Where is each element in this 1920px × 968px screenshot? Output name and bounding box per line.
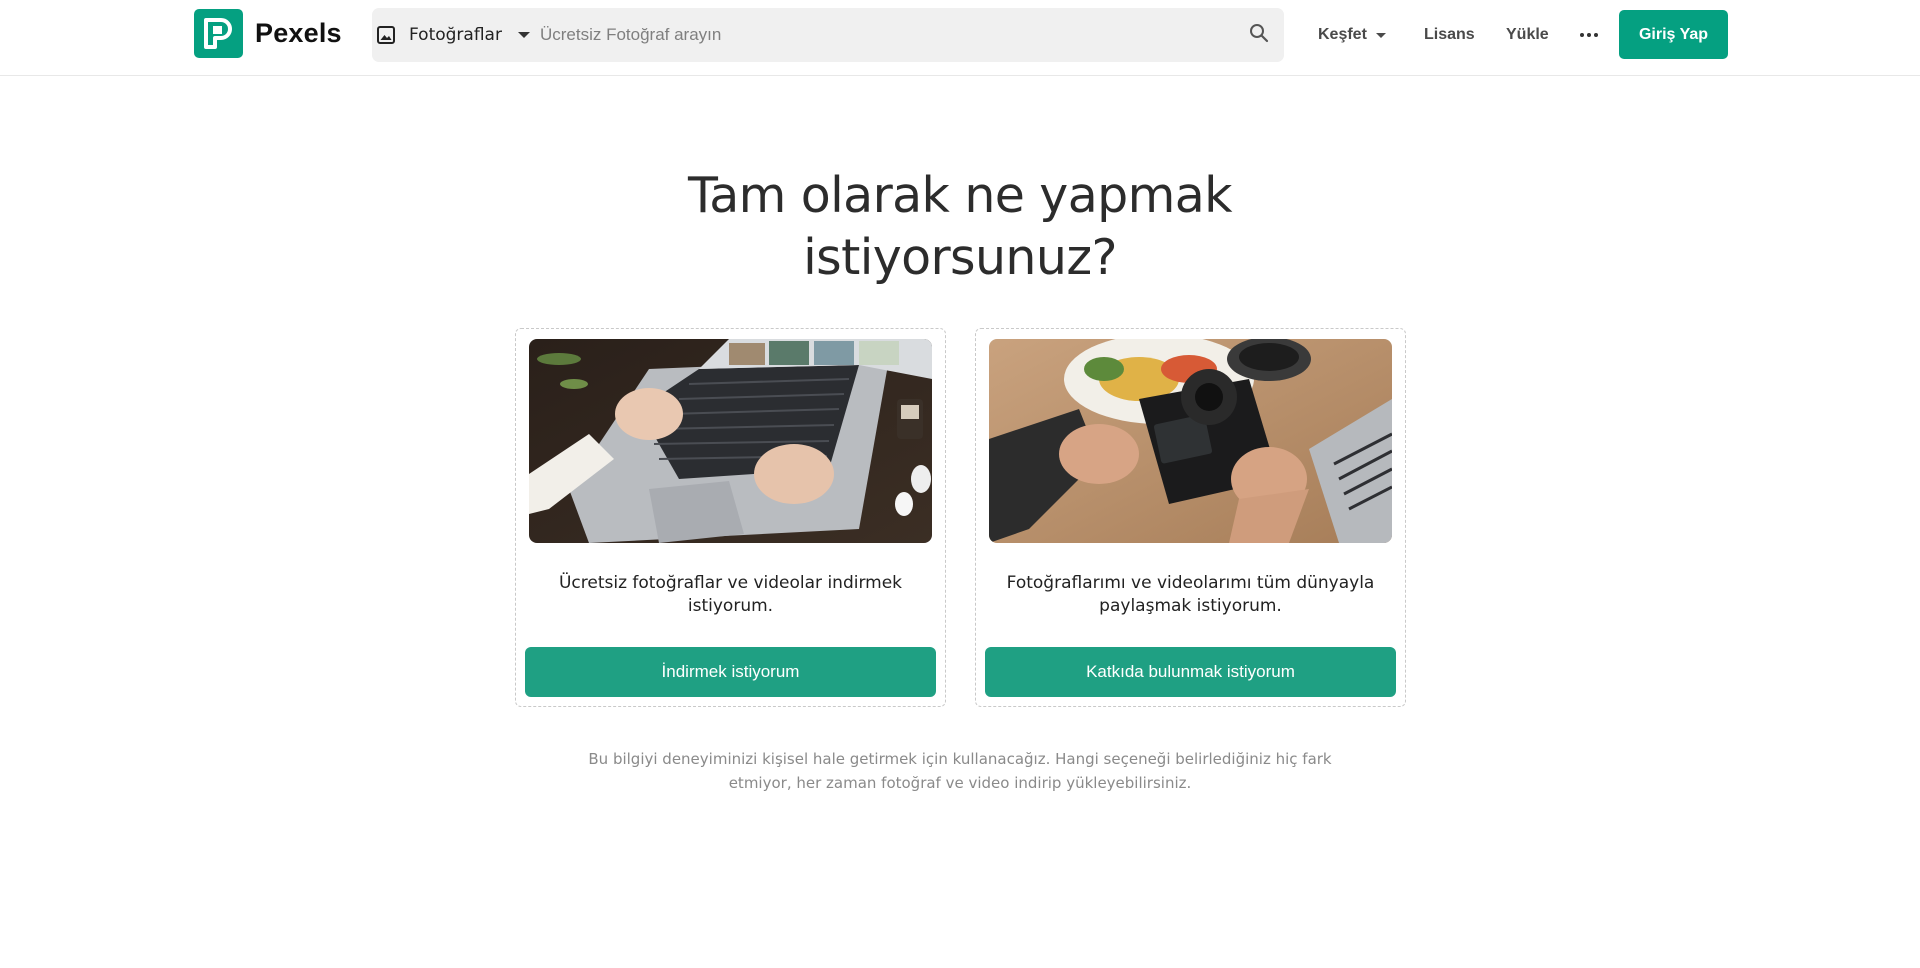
download-option-card[interactable]: Ücretsiz fotoğraflar ve videolar indirme… (515, 328, 946, 707)
search-button[interactable] (1234, 8, 1284, 62)
chevron-down-icon (517, 32, 530, 38)
chevron-down-icon (1375, 32, 1386, 38)
logo-text: Pexels (255, 18, 342, 48)
nav-explore[interactable]: Keşfet (1318, 0, 1386, 70)
image-icon (375, 24, 397, 46)
laptop-photo (529, 339, 932, 543)
search-bar: Fotoğraflar (372, 8, 1284, 62)
page-title-line2: istiyorsunuz? (803, 229, 1117, 286)
download-option-description: Ücretsiz fotoğraflar ve videolar indirme… (558, 573, 903, 616)
nav-license[interactable]: Lisans (1424, 0, 1475, 70)
contribute-option-card[interactable]: Fotoğraflarımı ve videolarımı tüm dünyay… (975, 328, 1406, 707)
top-navbar: Pexels Fotoğraflar Keşfet (0, 0, 1920, 76)
search-input[interactable] (539, 8, 1234, 62)
contribute-option-description: Fotoğraflarımı ve videolarımı tüm dünyay… (1006, 573, 1375, 616)
nav-upload-label: Yükle (1506, 26, 1549, 43)
page-title-line1: Tam olarak ne yapmak (688, 167, 1233, 224)
search-icon (1249, 23, 1269, 47)
nav-upload[interactable]: Yükle (1506, 0, 1549, 70)
nav-explore-label: Keşfet (1318, 26, 1367, 43)
nav-license-label: Lisans (1424, 26, 1475, 43)
download-button[interactable]: İndirmek istiyorum (525, 647, 936, 697)
page-title: Tam olarak ne yapmak istiyorsunuz? (560, 165, 1360, 289)
search-type-dropdown[interactable]: Fotoğraflar (372, 8, 530, 62)
camera-photo (989, 339, 1392, 543)
pexels-logo-icon (194, 9, 243, 58)
contribute-button[interactable]: Katkıda bulunmak istiyorum (985, 647, 1396, 697)
search-type-label: Fotoğraflar (409, 25, 502, 45)
login-button[interactable]: Giriş Yap (1619, 10, 1728, 59)
info-footnote: Bu bilgiyi deneyiminizi kişisel hale get… (588, 750, 1332, 792)
more-dots-icon[interactable] (1578, 0, 1599, 70)
pexels-logo[interactable]: Pexels (194, 9, 342, 58)
